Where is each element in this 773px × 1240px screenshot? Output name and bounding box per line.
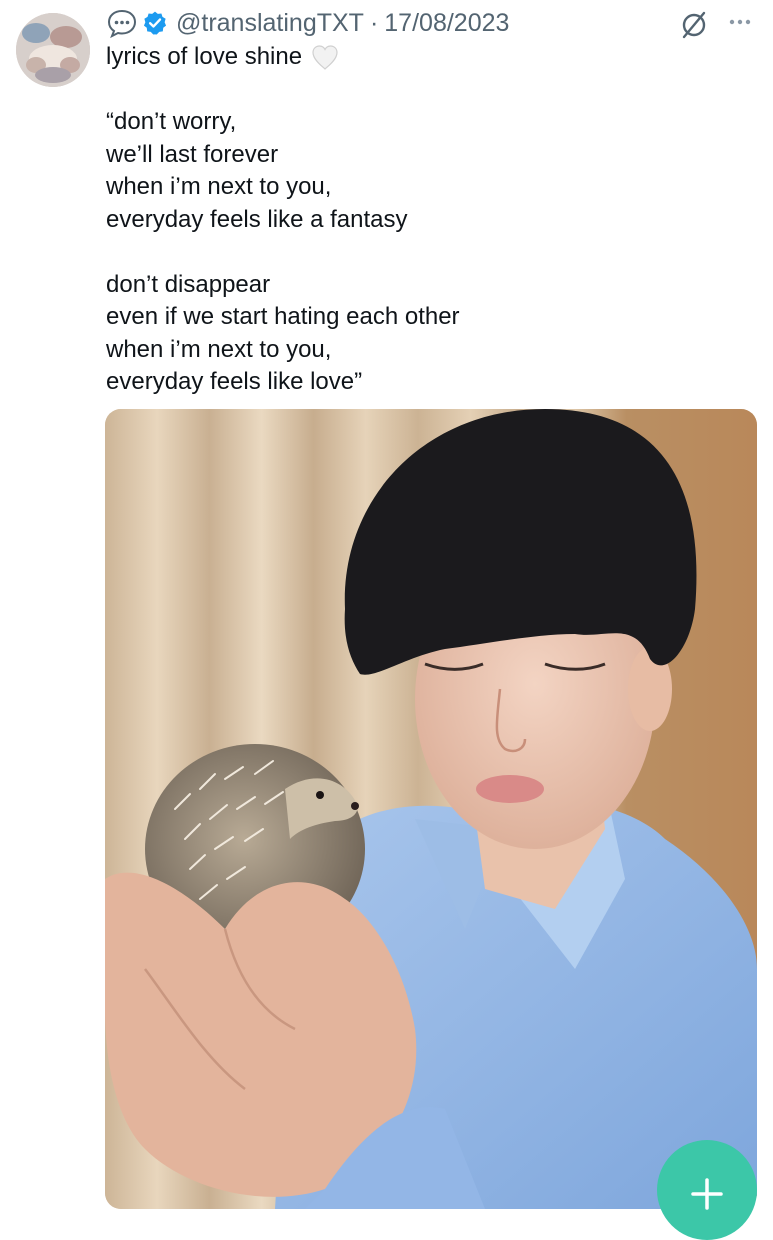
- header-separator: ·: [369, 8, 379, 37]
- lyric-line: we’ll last forever: [106, 140, 279, 168]
- post-date[interactable]: 17/08/2023: [384, 9, 509, 38]
- avatar[interactable]: [16, 13, 90, 87]
- lyric-line: don’t disappear: [106, 270, 271, 298]
- white-heart-icon: [312, 45, 338, 70]
- speech-bubble-ellipsis-icon[interactable]: [106, 7, 138, 39]
- lyric-line: when i’m next to you,: [106, 335, 332, 363]
- slashed-circle-icon[interactable]: [678, 8, 710, 40]
- lyric-line: “don’t worry,: [106, 108, 237, 135]
- more-horizontal-icon[interactable]: [724, 10, 756, 34]
- author-handle[interactable]: @translatingTXT: [176, 9, 364, 38]
- tweet-title: lyrics of love shine: [106, 43, 303, 70]
- plus-icon: [691, 1178, 723, 1210]
- tweet-body: “don’t worry, we’ll last forever when i’…: [106, 106, 460, 399]
- lyric-stanza-break: [106, 236, 460, 269]
- tweet-header: @translatingTXT · 17/08/2023: [106, 6, 509, 40]
- tweet-title-line: lyrics of love shine: [106, 40, 340, 74]
- tweet-photo[interactable]: [105, 409, 757, 1209]
- lyric-line: even if we start hating each other: [106, 303, 460, 330]
- verified-badge-icon: [143, 11, 167, 35]
- compose-button[interactable]: [657, 1140, 757, 1240]
- lyric-line: everyday feels like love”: [106, 368, 363, 395]
- lyric-line: everyday feels like a fantasy: [106, 205, 408, 233]
- lyric-line: when i’m next to you,: [106, 173, 332, 200]
